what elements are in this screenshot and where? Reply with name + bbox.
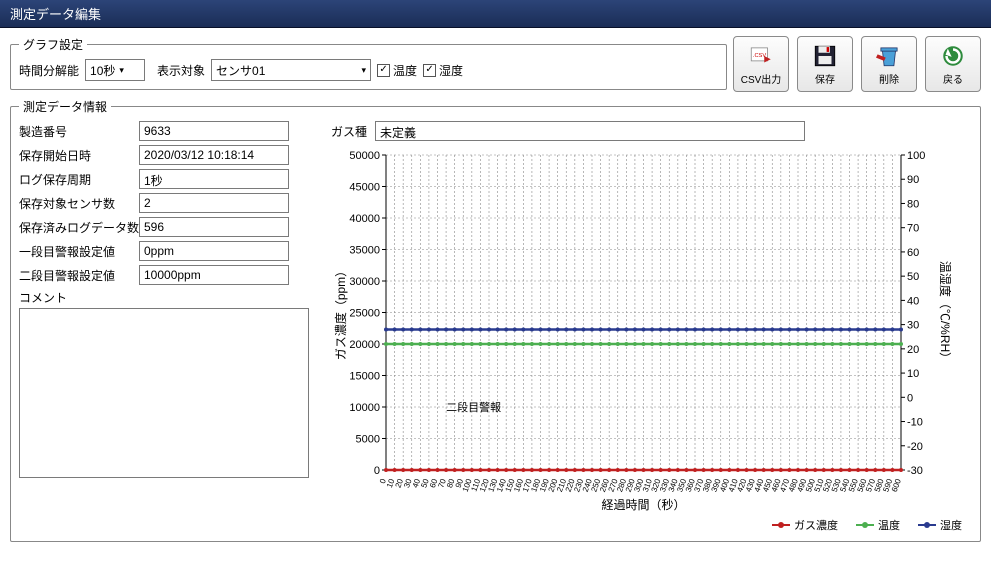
humidity-checkbox[interactable]: ✓ 湿度 <box>423 62 463 79</box>
temperature-checkbox-label: 温度 <box>393 62 417 79</box>
svg-text:50: 50 <box>907 271 919 283</box>
check-icon: ✓ <box>377 64 390 77</box>
alarm1-label: 一段目警報設定値 <box>19 243 139 260</box>
graph-settings-legend: グラフ設定 <box>19 36 87 53</box>
svg-text:0: 0 <box>374 465 380 477</box>
svg-text:80: 80 <box>907 198 919 210</box>
comment-textarea[interactable] <box>19 308 309 478</box>
start-datetime-value: 2020/03/12 10:18:14 <box>139 145 289 165</box>
csv-export-label: CSV出力 <box>741 71 782 86</box>
legend-gas: ガス濃度 <box>772 517 838 533</box>
time-resolution-select[interactable]: 10秒 ▾ <box>85 59 145 81</box>
check-icon: ✓ <box>423 64 436 77</box>
svg-text:15000: 15000 <box>349 371 380 383</box>
svg-text:10000: 10000 <box>349 402 380 414</box>
log-period-value: 1秒 <box>139 169 289 189</box>
log-count-label: 保存済みログデータ数 <box>19 219 139 236</box>
svg-text:90: 90 <box>907 174 919 186</box>
legend-temp: 温度 <box>856 517 900 533</box>
info-fields: 製造番号9633 保存開始日時2020/03/12 10:18:14 ログ保存周… <box>19 121 319 533</box>
legend-humid: 湿度 <box>918 517 962 533</box>
csv-export-button[interactable]: .CSV CSV出力 <box>733 36 789 92</box>
svg-text:0: 0 <box>907 392 913 404</box>
svg-text:二段目警報: 二段目警報 <box>446 400 501 414</box>
window-title: 測定データ編集 <box>10 7 101 22</box>
display-target-value: センサ01 <box>216 62 265 79</box>
gas-type-label: ガス種 <box>331 123 367 140</box>
delete-button[interactable]: 削除 <box>861 36 917 92</box>
display-target-label: 表示対象 <box>157 62 205 79</box>
line-chart: 0 5000 10000 15000 20000 25000 30000 35000 40000… <box>331 145 951 515</box>
measurement-info-legend: 測定データ情報 <box>19 98 111 115</box>
svg-text:20: 20 <box>907 344 919 356</box>
chart-legend: ガス濃度 温度 湿度 <box>331 517 972 533</box>
svg-text:40000: 40000 <box>349 213 380 225</box>
temperature-checkbox[interactable]: ✓ 温度 <box>377 62 417 79</box>
svg-text:20000: 20000 <box>349 339 380 351</box>
back-button[interactable]: 戻る <box>925 36 981 92</box>
time-resolution-label: 時間分解能 <box>19 62 79 79</box>
time-resolution-value: 10秒 <box>90 62 115 79</box>
gas-type-value: 未定義 <box>375 121 805 141</box>
serial-value: 9633 <box>139 121 289 141</box>
log-period-label: ログ保存周期 <box>19 171 139 188</box>
delete-label: 削除 <box>879 71 899 86</box>
toolbar: .CSV CSV出力 保存 削除 戻る <box>733 36 981 92</box>
save-label: 保存 <box>815 71 835 86</box>
chart-area: 0 5000 10000 15000 20000 25000 30000 35000 40000… <box>331 145 972 515</box>
svg-text:35000: 35000 <box>349 245 380 257</box>
comment-label: コメント <box>19 289 319 306</box>
measurement-info-group: 測定データ情報 製造番号9633 保存開始日時2020/03/12 10:18:… <box>10 98 981 542</box>
svg-text:5000: 5000 <box>356 434 380 446</box>
chevron-down-icon: ▾ <box>362 65 367 76</box>
window-title-bar: 測定データ編集 <box>0 0 991 28</box>
svg-text:600: 600 <box>890 477 903 493</box>
start-datetime-label: 保存開始日時 <box>19 147 139 164</box>
floppy-icon <box>812 43 838 69</box>
svg-text:40: 40 <box>907 295 919 307</box>
svg-text:70: 70 <box>907 223 919 235</box>
svg-text:45000: 45000 <box>349 182 380 194</box>
svg-text:10: 10 <box>907 368 919 380</box>
svg-text:100: 100 <box>907 150 925 162</box>
display-target-select[interactable]: センサ01 ▾ <box>211 59 371 81</box>
svg-text:-10: -10 <box>907 417 923 429</box>
log-count-value: 596 <box>139 217 289 237</box>
svg-text:温湿度（℃/%RH）: 温湿度（℃/%RH） <box>938 261 951 364</box>
alarm2-value: 10000ppm <box>139 265 289 285</box>
back-label: 戻る <box>943 71 963 86</box>
sensor-count-label: 保存対象センサ数 <box>19 195 139 212</box>
svg-text:-30: -30 <box>907 465 923 477</box>
chevron-down-icon: ▾ <box>119 65 124 76</box>
svg-text:30000: 30000 <box>349 276 380 288</box>
svg-text:25000: 25000 <box>349 308 380 320</box>
humidity-checkbox-label: 湿度 <box>439 62 463 79</box>
sensor-count-value: 2 <box>139 193 289 213</box>
csv-icon: .CSV <box>748 43 774 69</box>
svg-text:30: 30 <box>907 320 919 332</box>
alarm1-value: 0ppm <box>139 241 289 261</box>
back-icon <box>940 43 966 69</box>
serial-label: 製造番号 <box>19 123 139 140</box>
svg-text:-20: -20 <box>907 441 923 453</box>
trash-icon <box>876 43 902 69</box>
svg-text:50000: 50000 <box>349 150 380 162</box>
graph-settings-group: グラフ設定 時間分解能 10秒 ▾ 表示対象 センサ01 ▾ ✓ 温度 ✓ <box>10 36 727 90</box>
svg-text:60: 60 <box>907 247 919 259</box>
svg-text:経過時間（秒）: 経過時間（秒） <box>601 498 685 512</box>
save-button[interactable]: 保存 <box>797 36 853 92</box>
svg-text:ガス濃度（ppm）: ガス濃度（ppm） <box>333 265 348 360</box>
alarm2-label: 二段目警報設定値 <box>19 267 139 284</box>
